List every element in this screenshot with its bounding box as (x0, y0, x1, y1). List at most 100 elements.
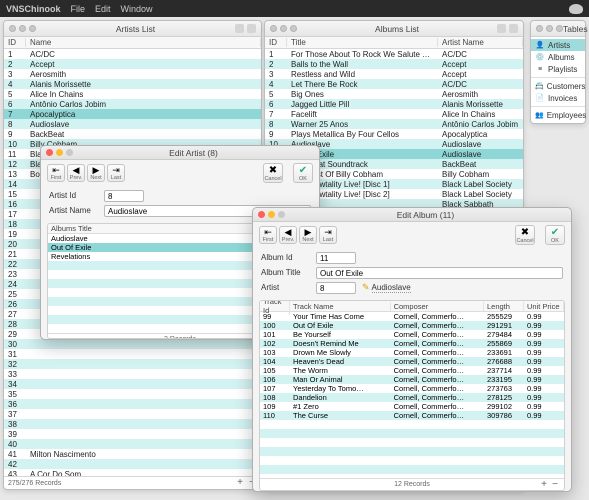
window-controls[interactable] (46, 149, 73, 156)
table-row[interactable]: 39 (4, 429, 261, 439)
menu-edit[interactable]: Edit (95, 4, 111, 14)
artist-name-label: Artist Name (49, 206, 104, 215)
table-row[interactable]: 4Let There Be RockAC/DC (265, 79, 523, 89)
cancel-button[interactable]: ✖Cancel (515, 225, 535, 245)
table-row[interactable]: 6Jagged Little PillAlanis Morissette (265, 99, 523, 109)
artists-header: IDName (4, 37, 261, 49)
table-row[interactable]: 108DandelionCornell, Commerfo…2781250.99 (260, 393, 564, 402)
app-name: VNSChinook (6, 4, 61, 14)
table-row[interactable]: 106Man Or AnimalCornell, Commerfo…233195… (260, 375, 564, 384)
window-controls[interactable] (258, 211, 285, 218)
artist-label: Artist (261, 283, 316, 292)
tables-sidebar: Tables 👤Artists💿Albums≡Playlists📇Custome… (530, 20, 586, 124)
albums-header: IDTitleArtist Name (265, 37, 523, 49)
sidebar-item-customers[interactable]: 📇Customers (531, 80, 585, 92)
sidebar-item-artists[interactable]: 👤Artists (531, 39, 585, 51)
table-row[interactable]: 109#1 ZeroCornell, Commerfo…2991020.99 (260, 402, 564, 411)
window-title: Artists List (36, 24, 235, 34)
table-row[interactable]: 6Antônio Carlos Jobim (4, 99, 261, 109)
nav-last-button[interactable]: ⇥Last (319, 226, 337, 244)
table-row[interactable]: 36 (4, 399, 261, 409)
ok-button[interactable]: ✔OK (545, 225, 565, 245)
remove-button[interactable]: − (550, 480, 560, 490)
table-row[interactable]: 41Milton Nascimento (4, 449, 261, 459)
table-row[interactable]: 3Restless and WildAccept (265, 69, 523, 79)
table-row[interactable]: 4Alanis Morissette (4, 79, 261, 89)
table-row[interactable]: 5Big OnesAerosmith (265, 89, 523, 99)
sidebar-item-employees[interactable]: 👥Employees (531, 109, 585, 121)
sidebar-item-invoices[interactable]: 📄Invoices (531, 92, 585, 104)
table-row[interactable]: 42 (4, 459, 261, 469)
sidebar-item-albums[interactable]: 💿Albums (531, 51, 585, 63)
artist-id-field[interactable]: 8 (104, 190, 144, 202)
list-icon: ≡ (535, 65, 545, 73)
table-row[interactable]: 37 (4, 409, 261, 419)
menu-file[interactable]: File (71, 4, 86, 14)
table-row[interactable]: 8Audioslave (4, 119, 261, 129)
modal-title: Edit Album (11) (285, 210, 566, 220)
table-row[interactable]: 5Alice In Chains (4, 89, 261, 99)
table-row[interactable]: 7Apocalyptica (4, 109, 261, 119)
ok-button[interactable]: ✔OK (293, 163, 313, 183)
table-row[interactable]: 2Accept (4, 59, 261, 69)
nav-first-button[interactable]: ⇤First (259, 226, 277, 244)
nav-last-button[interactable]: ⇥Last (107, 164, 125, 182)
table-row[interactable]: 34 (4, 379, 261, 389)
artist-link[interactable]: Audioslave (372, 283, 411, 293)
pencil-icon[interactable]: ✎ (362, 282, 370, 293)
table-row[interactable]: 31 (4, 349, 261, 359)
album-title-label: Album Title (261, 268, 316, 277)
nav-prev-button[interactable]: ◀Prev. (279, 226, 297, 244)
table-row[interactable]: 43A Cor Do Som (4, 469, 261, 476)
people-icon: 👥 (535, 111, 544, 119)
add-button[interactable]: + (235, 478, 245, 488)
table-row[interactable]: 103Drown Me SlowlyCornell, Commerfo…2336… (260, 348, 564, 357)
table-row[interactable]: 1For Those About To Rock We Salute YouAC… (265, 49, 523, 59)
table-row[interactable]: 7FaceliftAlice In Chains (265, 109, 523, 119)
person-icon: 👤 (535, 41, 545, 49)
table-row[interactable]: 35 (4, 389, 261, 399)
table-row[interactable]: 9Plays Metallica By Four CellosApocalypt… (265, 129, 523, 139)
album-title-field[interactable]: Out Of Exile (316, 267, 563, 279)
table-row[interactable]: 100Out Of ExileCornell, Commerfo…2912910… (260, 321, 564, 330)
album-id-field[interactable]: 11 (316, 252, 356, 264)
table-row[interactable]: 2Balls to the WallAccept (265, 59, 523, 69)
table-row[interactable]: 33 (4, 369, 261, 379)
table-row[interactable]: 110The CurseCornell, Commerfo…3097860.99 (260, 411, 564, 420)
table-row[interactable]: 38 (4, 419, 261, 429)
window-controls[interactable] (270, 25, 297, 32)
disc-icon: 💿 (535, 53, 545, 61)
table-row[interactable]: 102Doesn't Remind MeCornell, Commerfo…25… (260, 339, 564, 348)
table-row[interactable]: 8Warner 25 AnosAntônio Carlos Jobim (265, 119, 523, 129)
album-id-label: Album Id (261, 253, 316, 262)
table-row[interactable]: 30 (4, 339, 261, 349)
table-row[interactable]: 105The WormCornell, Commerfo…2377140.99 (260, 366, 564, 375)
modal-title: Edit Artist (8) (73, 148, 314, 158)
artists-footer: 275/276 Records +− (4, 476, 261, 489)
artist-id-field[interactable]: 8 (316, 282, 356, 294)
edit-album-modal: Edit Album (11) ⇤First ◀Prev. ▶Next ⇥Las… (252, 207, 572, 492)
sidebar-item-playlists[interactable]: ≡Playlists (531, 63, 585, 75)
menu-window[interactable]: Window (121, 4, 153, 14)
card-icon: 📇 (535, 82, 544, 90)
window-title: Albums List (297, 24, 497, 34)
nav-prev-button[interactable]: ◀Prev. (67, 164, 85, 182)
nav-next-button[interactable]: ▶Next (299, 226, 317, 244)
add-button[interactable]: + (539, 480, 549, 490)
table-row[interactable]: 3Aerosmith (4, 69, 261, 79)
table-row[interactable]: 9BackBeat (4, 129, 261, 139)
table-row[interactable]: 104Heaven's DeadCornell, Commerfo…276688… (260, 357, 564, 366)
table-row[interactable]: 107Yesterday To Tomo…Cornell, Commerfo…2… (260, 384, 564, 393)
table-row[interactable]: 40 (4, 439, 261, 449)
nav-first-button[interactable]: ⇤First (47, 164, 65, 182)
window-controls[interactable] (9, 25, 36, 32)
table-row[interactable]: 101Be YourselfCornell, Commerfo…2794840.… (260, 330, 564, 339)
cancel-button[interactable]: ✖Cancel (263, 163, 283, 183)
menubar: VNSChinook File Edit Window (0, 0, 589, 17)
table-row[interactable]: 32 (4, 359, 261, 369)
tracks-header: Track Id Track Name Composer Length Unit… (260, 301, 564, 312)
nav-next-button[interactable]: ▶Next (87, 164, 105, 182)
table-row[interactable]: 1AC/DC (4, 49, 261, 59)
table-row[interactable]: 99Your Time Has ComeCornell, Commerfo…25… (260, 312, 564, 321)
cloud-icon (569, 4, 583, 14)
